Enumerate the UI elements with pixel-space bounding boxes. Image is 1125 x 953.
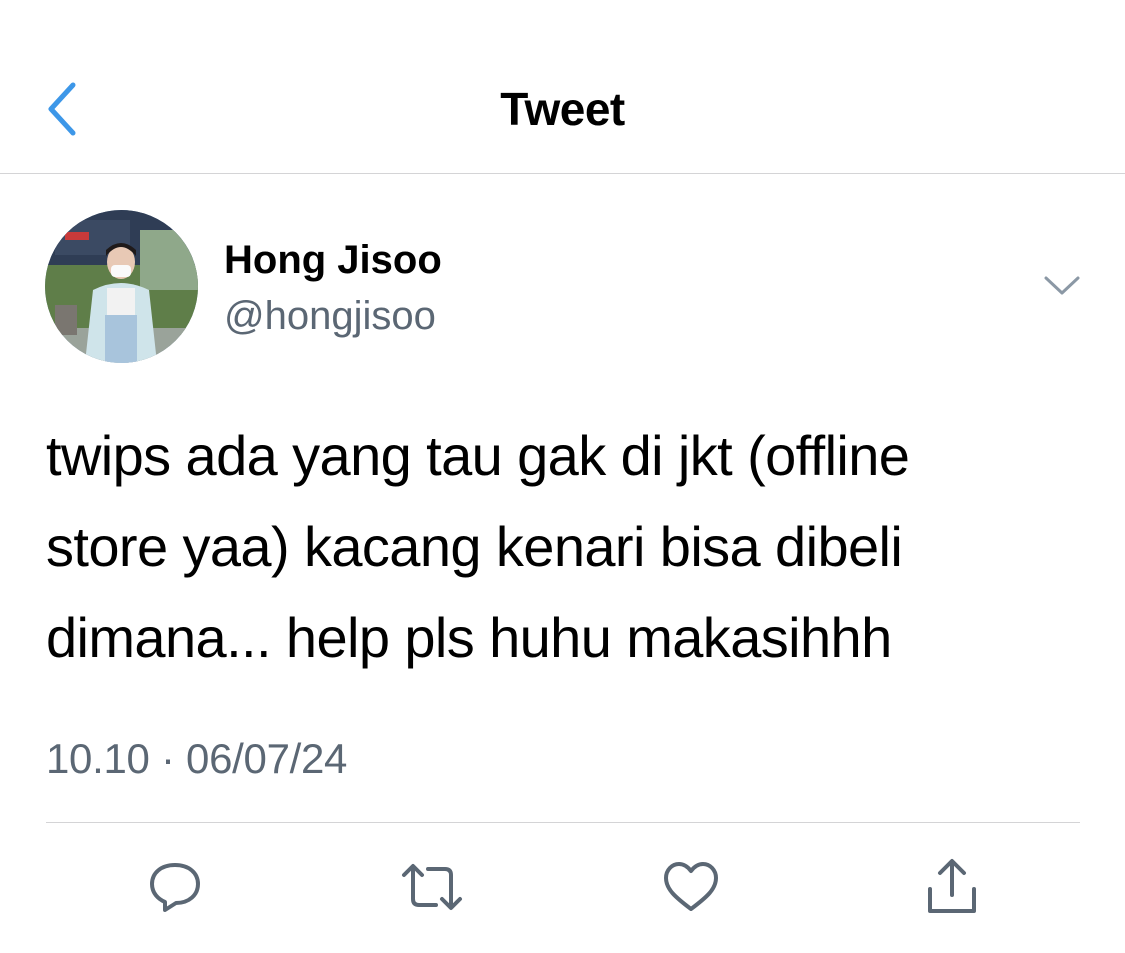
author-display-name[interactable]: Hong Jisoo	[224, 238, 442, 283]
profile-photo	[45, 210, 198, 363]
avatar[interactable]	[45, 210, 198, 363]
tweet-timestamp: 10.10 · 06/07/24	[46, 735, 348, 782]
share-icon	[928, 859, 976, 913]
page-title: Tweet	[500, 83, 625, 135]
share-button[interactable]	[917, 852, 987, 922]
more-options-button[interactable]	[1030, 262, 1094, 310]
reply-icon	[150, 863, 200, 912]
navigation-bar: Tweet	[0, 0, 1125, 174]
author-handle[interactable]: @hongjisoo	[224, 294, 436, 339]
divider	[46, 822, 1080, 823]
like-button[interactable]	[656, 852, 726, 922]
chevron-down-icon	[1044, 276, 1080, 295]
reply-button[interactable]	[140, 852, 210, 922]
retweet-button[interactable]	[397, 852, 467, 922]
tweet-text: twips ada yang tau gak di jkt (offline s…	[46, 424, 910, 669]
retweet-icon	[402, 864, 462, 910]
like-icon	[664, 862, 718, 911]
